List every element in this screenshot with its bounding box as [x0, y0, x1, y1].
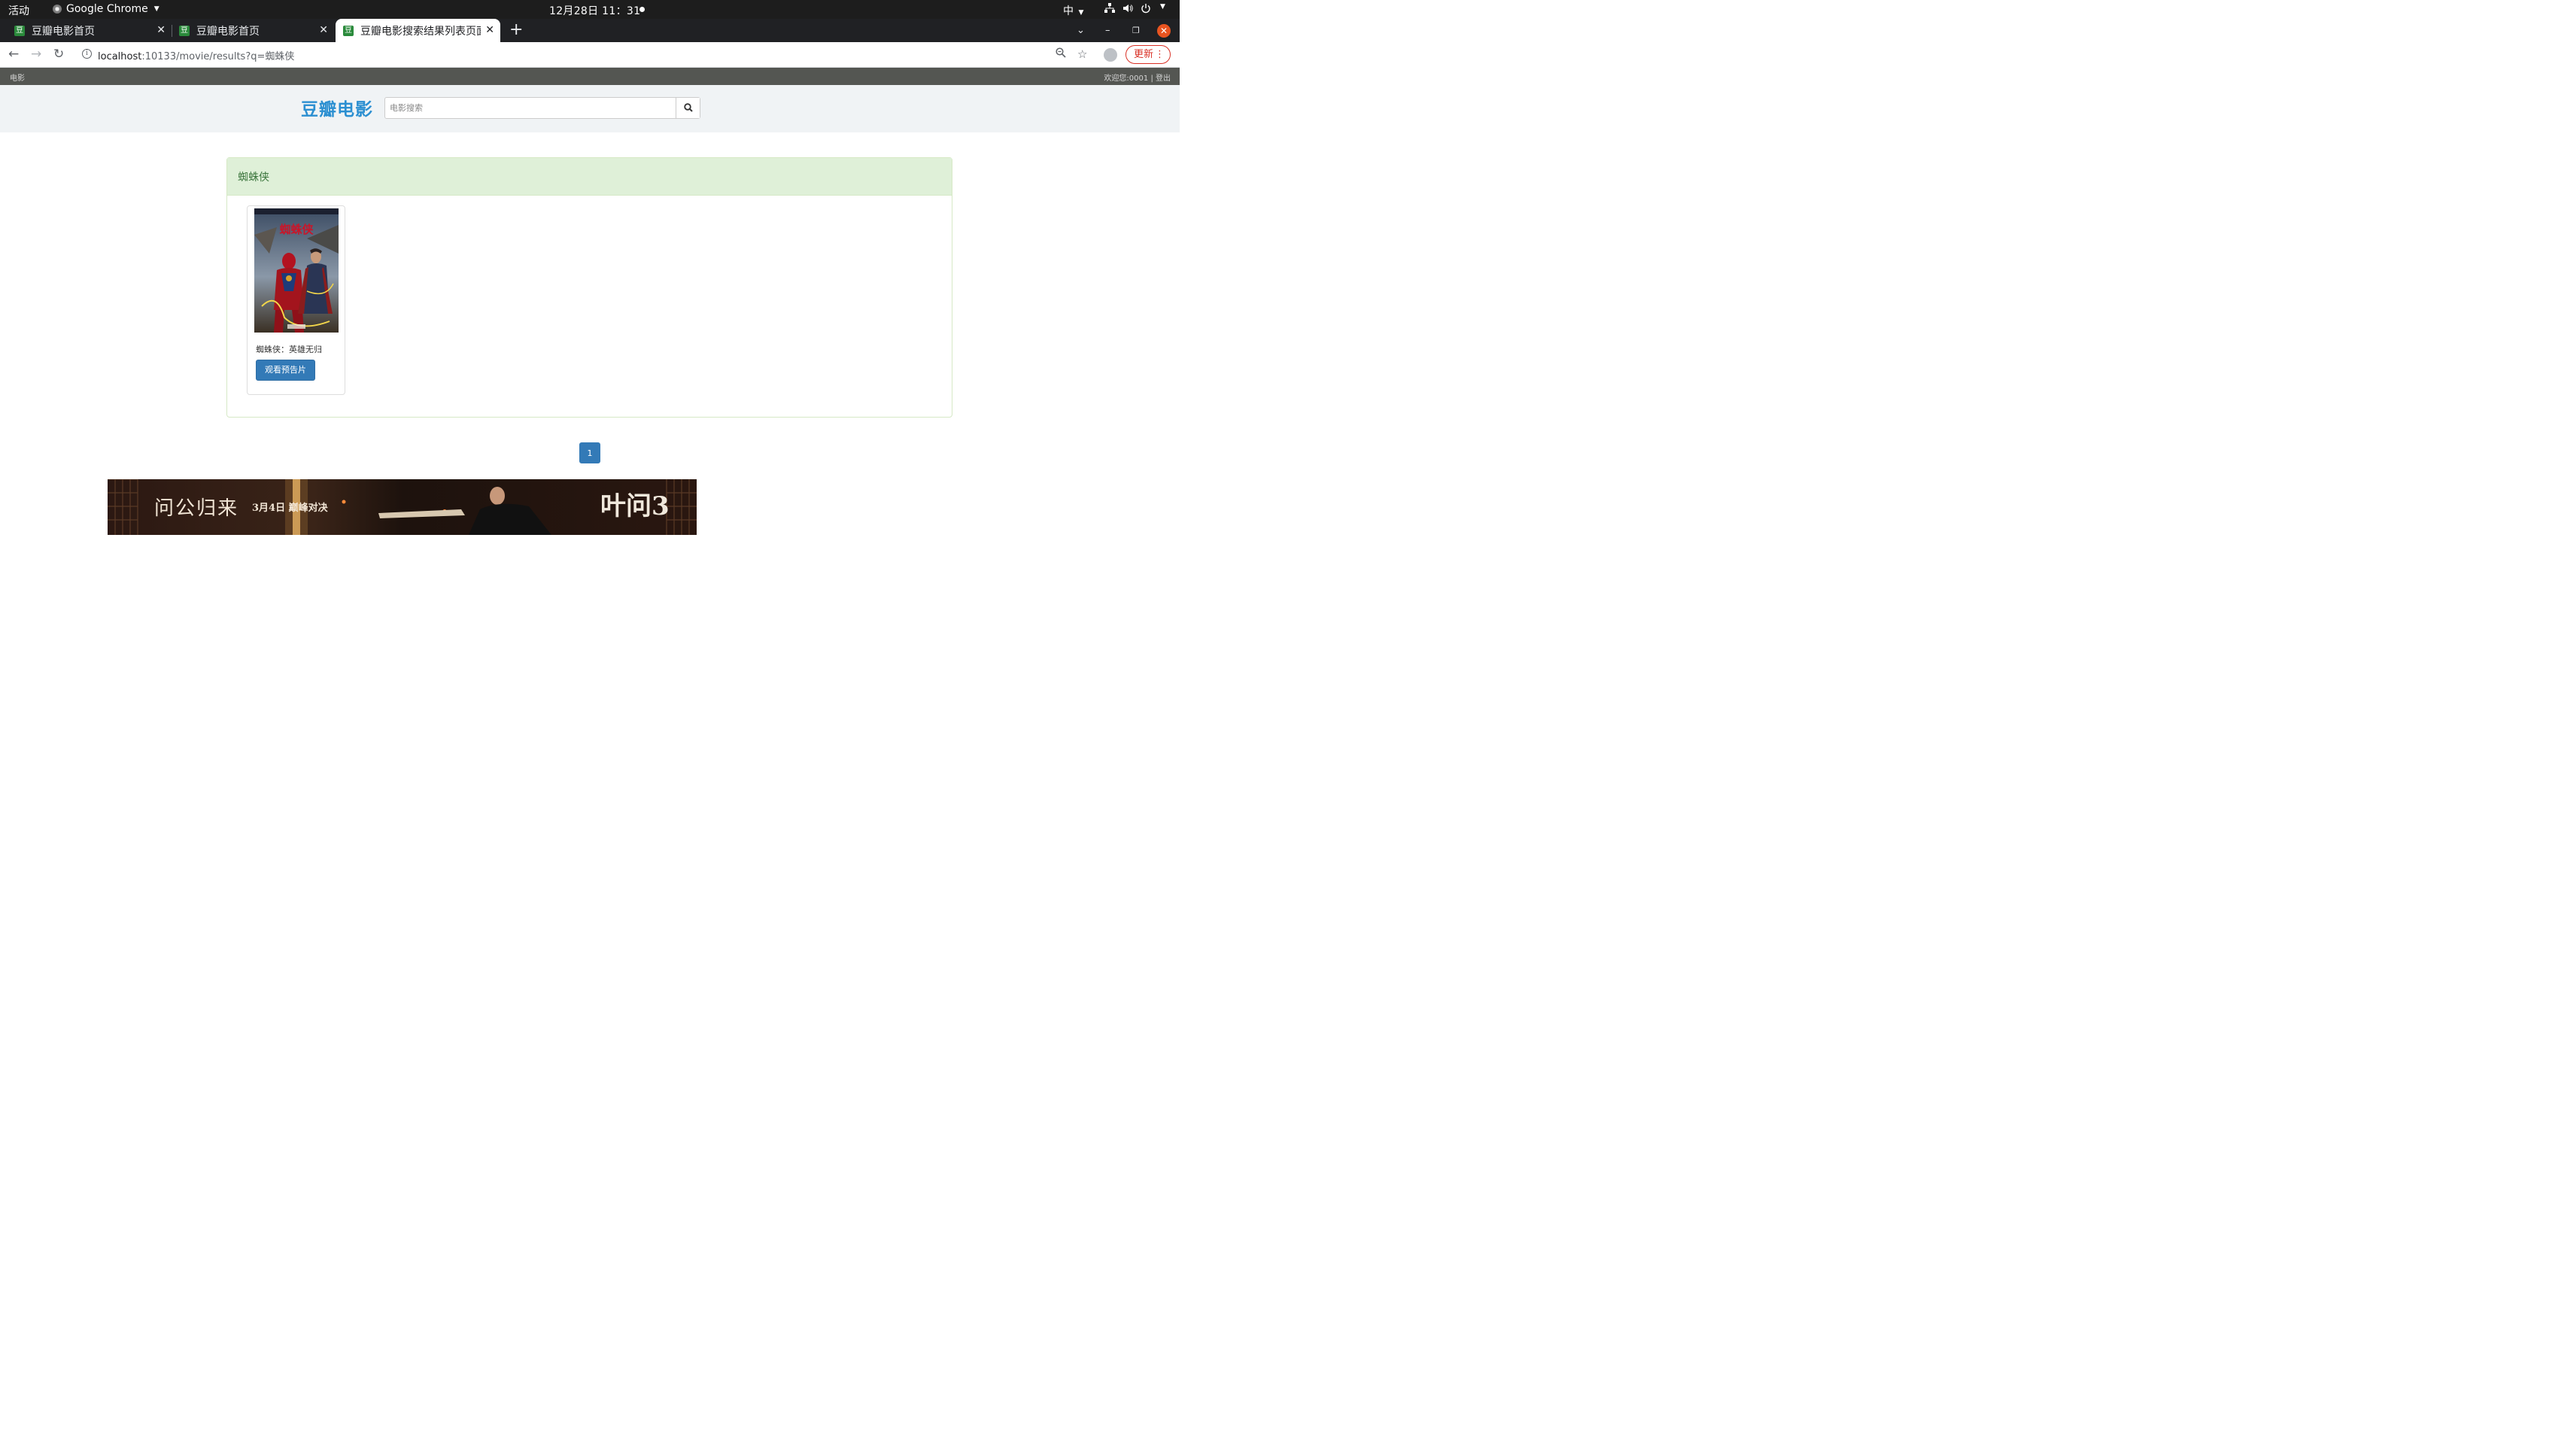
restore-icon[interactable]: ❐: [1132, 19, 1140, 42]
update-button[interactable]: 更新 ⋮: [1125, 45, 1171, 64]
tab-title: 豆瓣电影首页: [32, 25, 95, 38]
results-heading: 蜘蛛侠: [227, 158, 952, 196]
window-close-icon[interactable]: ✕: [1157, 24, 1171, 38]
reload-icon[interactable]: ↻: [53, 47, 64, 62]
search-form: [384, 97, 700, 119]
chrome-icon: [53, 5, 62, 14]
zoom-icon[interactable]: [1056, 47, 1066, 61]
address-bar[interactable]: i localhost:10133/movie/results?q=蜘蛛侠: [74, 44, 1097, 65]
tab-search-chevron-icon[interactable]: ⌄: [1077, 19, 1085, 42]
forward-arrow-icon[interactable]: →: [31, 47, 41, 62]
search-input[interactable]: [385, 98, 675, 118]
banner-film-logo: 叶问3: [600, 491, 670, 521]
separator: |: [1150, 74, 1153, 83]
notification-dot-icon: [639, 7, 645, 12]
system-tray[interactable]: ▼: [1104, 3, 1165, 17]
bookmark-star-icon[interactable]: ☆: [1077, 47, 1087, 61]
volume-icon: [1122, 3, 1133, 17]
site-logo[interactable]: 豆瓣电影: [301, 95, 373, 120]
network-icon: [1104, 3, 1115, 17]
ime-label: 中: [1063, 5, 1074, 17]
app-name: Google Chrome: [66, 3, 148, 15]
douban-favicon-icon: 豆: [179, 25, 190, 36]
douban-favicon-icon: 豆: [343, 25, 354, 36]
douban-favicon-icon: 豆: [14, 25, 25, 36]
tab-search-results[interactable]: 豆 豆瓣电影搜索结果列表页面 ✕: [336, 19, 500, 42]
user-area: 欢迎您:0001 | 登出: [1104, 71, 1171, 83]
site-info-icon[interactable]: i: [82, 49, 92, 59]
tab-strip: 豆 豆瓣电影首页 ✕ 豆 豆瓣电影首页 ✕ 豆 豆瓣电影搜索结果列表页面 ✕ +…: [0, 19, 1180, 42]
caret-down-icon: ▼: [153, 5, 159, 13]
search-icon: [684, 103, 693, 112]
welcome-text: 欢迎您:0001: [1104, 74, 1149, 83]
tab-home-2[interactable]: 豆 豆瓣电影首页 ✕: [172, 19, 334, 42]
activities-button[interactable]: 活动: [8, 3, 29, 18]
banner-date: 3月4日 巅峰对决: [252, 503, 328, 514]
close-tab-icon[interactable]: ✕: [319, 24, 328, 36]
power-icon: [1141, 3, 1151, 17]
close-tab-icon[interactable]: ✕: [485, 24, 494, 36]
url-text: localhost:10133/movie/results?q=蜘蛛侠: [98, 48, 294, 62]
movie-poster[interactable]: 蜘蛛侠: [254, 208, 339, 333]
pagination-page-1[interactable]: 1: [579, 442, 600, 463]
watch-trailer-button[interactable]: 观看预告片: [256, 360, 315, 381]
nav-movie-link[interactable]: 电影: [10, 71, 25, 83]
app-menu[interactable]: Google Chrome ▼: [53, 3, 159, 15]
back-arrow-icon[interactable]: ←: [8, 47, 19, 62]
results-panel: 蜘蛛侠 蜘蛛侠 蜘蛛侠：英雄无归 观看预告片: [226, 157, 952, 418]
tab-title: 豆瓣电影搜索结果列表页面: [360, 25, 481, 38]
site-header: 豆瓣电影: [0, 85, 1180, 132]
movie-card: 蜘蛛侠 蜘蛛侠：英雄无归 观看预告片: [247, 205, 345, 395]
update-label: 更新: [1134, 49, 1154, 60]
movie-title[interactable]: 蜘蛛侠：英雄无归: [256, 343, 322, 355]
url-host: localhost: [98, 51, 142, 62]
caret-down-icon: ▼: [1078, 9, 1084, 17]
new-tab-icon[interactable]: +: [509, 20, 523, 39]
promo-banner[interactable]: 问公归来 3月4日 巅峰对决 叶问3: [108, 479, 697, 535]
minimize-icon[interactable]: –: [1105, 19, 1110, 42]
url-path: :10133/movie/results?q=蜘蛛侠: [141, 51, 295, 62]
poster-title: 蜘蛛侠: [279, 223, 314, 236]
more-vert-icon: ⋮: [1155, 49, 1165, 60]
input-method-menu[interactable]: 中 ▼: [1063, 3, 1083, 18]
site-nav-bar: 电影 欢迎您:0001 | 登出: [0, 68, 1180, 85]
logout-link[interactable]: 登出: [1156, 74, 1171, 83]
search-button[interactable]: [676, 98, 700, 118]
close-tab-icon[interactable]: ✕: [156, 24, 166, 36]
os-top-bar: 活动 Google Chrome ▼ 12月28日 11：31 中 ▼ ▼: [0, 0, 1180, 19]
banner-title: 问公归来: [154, 497, 239, 520]
profile-avatar-icon[interactable]: [1104, 48, 1117, 62]
tab-title: 豆瓣电影首页: [196, 25, 260, 38]
tab-home-1[interactable]: 豆 豆瓣电影首页 ✕: [8, 19, 172, 42]
caret-down-icon: ▼: [1160, 3, 1165, 11]
clock[interactable]: 12月28日 11：31: [549, 3, 640, 18]
browser-toolbar: ← → ↻ i localhost:10133/movie/results?q=…: [0, 42, 1180, 68]
